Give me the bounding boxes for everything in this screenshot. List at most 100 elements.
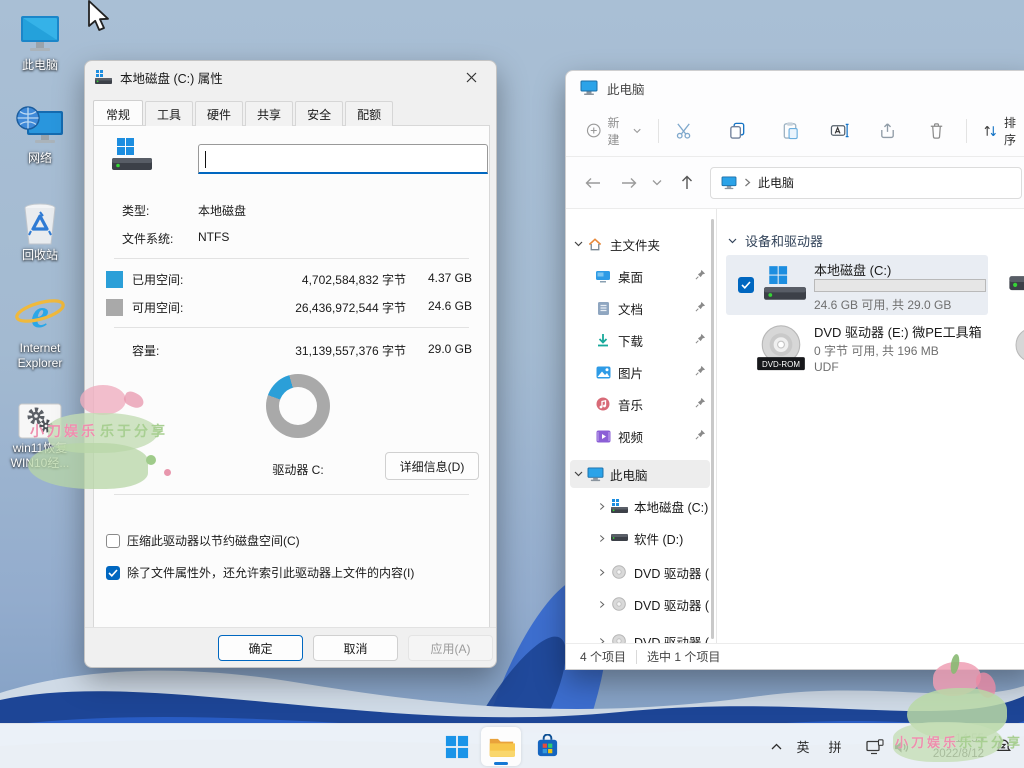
desktop-icon-recycle-bin[interactable]: 回收站 [3,200,77,263]
back-button[interactable] [578,168,608,198]
rename-button[interactable] [822,113,858,149]
checkbox-checked[interactable] [738,277,754,293]
drive-info: 0 字节 可用, 共 196 MB [814,342,939,359]
drive-icon-large [112,138,152,172]
desktop-folder-icon [594,270,612,283]
tab-security[interactable]: 安全 [295,101,343,126]
sidebar-item-dvd-f[interactable]: DVD 驱动器 (F [570,590,710,618]
desktop-icon-network[interactable]: 网络 [3,103,77,166]
up-button[interactable] [672,168,702,198]
trash-icon [927,121,946,140]
checkbox-checked[interactable] [106,566,120,580]
desktop-icon-this-pc[interactable]: 此电脑 [3,10,77,73]
details-button[interactable]: 详细信息(D) [385,452,479,480]
recent-locations-button[interactable] [646,168,668,198]
sidebar-item-drive-c[interactable]: 本地磁盘 (C:) [570,492,710,520]
sidebar-item-downloads[interactable]: 下载 [570,326,710,354]
tab-quota[interactable]: 配额 [345,101,393,126]
cancel-button[interactable]: 取消 [313,635,398,661]
desktop-icon-win11-restore[interactable]: win11恢复 WIN10经... [3,393,77,471]
sidebar-label: 视频 [618,427,695,446]
drive-item-dvd-e[interactable]: DVD-ROM DVD 驱动器 (E:) 微PE工具箱 0 字节 可用, 共 1… [726,317,988,381]
sidebar-label: DVD 驱动器 (F:) [634,632,710,644]
network-icon[interactable] [862,724,888,768]
document-icon [594,301,612,316]
ok-button[interactable]: 确定 [218,635,303,661]
paste-button[interactable] [773,113,808,149]
forward-button[interactable] [614,168,644,198]
pane-divider[interactable] [716,209,717,643]
new-button[interactable]: 新建 [578,113,650,149]
tab-sharing[interactable]: 共享 [245,101,293,126]
paste-icon [781,121,800,140]
chevron-right-icon[interactable] [594,600,610,609]
compress-checkbox-row[interactable]: 压缩此驱动器以节约磁盘空间(C) [106,532,300,549]
tab-tools[interactable]: 工具 [145,101,193,126]
chevron-right-icon[interactable] [594,568,610,577]
breadcrumb[interactable]: 此电脑 [758,174,794,191]
sort-arrows-icon [982,122,999,140]
taskbar-file-explorer[interactable] [481,727,521,766]
sidebar-item-videos[interactable]: 视频 [570,422,710,450]
type-label: 类型: [122,202,149,219]
desktop-icon-label: 回收站 [3,248,77,263]
desktop-icon-internet-explorer[interactable]: e Internet Explorer [3,293,77,371]
tray-clock[interactable]: 14:55 2022/8/12 [918,724,984,768]
volume-label-input[interactable] [198,144,488,174]
chevron-down-icon[interactable] [570,241,586,247]
drive-icon [610,499,628,513]
taskbar-microsoft-store[interactable] [527,727,567,766]
sidebar-item-pictures[interactable]: 图片 [570,358,710,386]
cut-button[interactable] [667,113,702,149]
recycle-bin-icon [3,200,77,246]
explorer-titlebar[interactable]: 此电脑 [566,71,1024,105]
internet-explorer-icon: e [3,293,77,339]
address-bar[interactable]: 此电脑 [710,167,1022,199]
sidebar-item-documents[interactable]: 文档 [570,294,710,322]
ime-mode-indicator[interactable]: 拼 [822,724,848,768]
dvd-icon [610,634,628,643]
notification-bell-icon[interactable] [988,724,1018,768]
sidebar-scrollbar[interactable] [711,219,714,639]
checkbox-unchecked[interactable] [106,534,120,548]
free-space-label: 可用空间: [132,299,183,316]
tab-general[interactable]: 常规 [93,100,143,125]
section-header-label: 设备和驱动器 [745,231,823,250]
explorer-toolbar: 新建 [566,105,1024,157]
copy-button[interactable] [720,113,755,149]
share-button[interactable] [870,113,905,149]
pin-icon [695,397,706,411]
capacity-bytes: 31,139,557,376 字节 [295,342,406,359]
capacity-row: 容量: 31,139,557,376 字节 29.0 GB [94,342,489,362]
delete-button[interactable] [919,113,954,149]
explorer-statusbar: 4 个项目 选中 1 个项目 [566,643,1024,669]
start-button[interactable] [437,727,477,766]
chevron-right-icon[interactable] [594,502,610,511]
sidebar-item-desktop[interactable]: 桌面 [570,262,710,290]
sidebar-item-home[interactable]: 主文件夹 [570,230,710,258]
sidebar-item-music[interactable]: 音乐 [570,390,710,418]
sidebar-label: 图片 [618,363,695,382]
windows-logo-icon [445,735,469,759]
sidebar-item-dvd-e[interactable]: DVD 驱动器 (E [570,558,710,586]
dialog-titlebar[interactable]: 本地磁盘 (C:) 属性 [85,61,496,93]
chevron-down-icon[interactable] [570,471,586,477]
separator [114,327,469,328]
index-checkbox-row[interactable]: 除了文件属性外，还允许索引此驱动器上文件的内容(I) [106,564,414,581]
sidebar-item-this-pc[interactable]: 此电脑 [570,460,710,488]
volume-icon[interactable] [888,724,914,768]
text-caret [205,151,206,168]
tab-hardware[interactable]: 硬件 [195,101,243,126]
filesystem-label: 文件系统: [122,230,173,247]
explorer-window: 此电脑 新建 [565,70,1024,670]
sidebar-item-drive-d[interactable]: 软件 (D:) [570,524,710,552]
tray-chevron-up-icon[interactable] [762,724,790,768]
sort-button[interactable]: 排序 [974,113,1024,149]
section-header-devices[interactable]: 设备和驱动器 [728,231,823,250]
used-space-swatch [106,271,123,288]
drive-item-c[interactable]: 本地磁盘 (C:) 24.6 GB 可用, 共 29.0 GB [726,255,988,315]
close-icon[interactable] [452,64,490,90]
sidebar-item-dvd-f2[interactable]: DVD 驱动器 (F:) [570,627,710,643]
ime-language-indicator[interactable]: 英 [790,724,816,768]
chevron-right-icon[interactable] [594,534,610,543]
